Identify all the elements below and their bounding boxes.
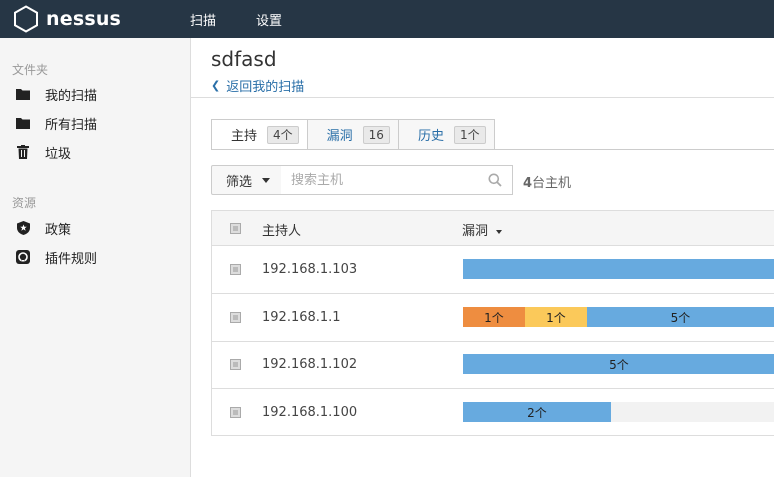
- folder-icon: [16, 116, 30, 130]
- chevron-left-icon: ❮: [211, 79, 221, 92]
- vulnerability-segment: 1个: [463, 307, 525, 327]
- vulnerability-segment: [463, 259, 774, 279]
- trash-icon: [16, 145, 30, 159]
- resources-heading: 资源: [12, 196, 37, 210]
- nav-scans[interactable]: 扫描: [190, 10, 216, 29]
- brand-name: nessus: [46, 8, 122, 30]
- vulnerability-segment: 1个: [525, 307, 587, 327]
- row-checkbox[interactable]: [230, 312, 241, 323]
- host-count-number: 4: [523, 176, 533, 191]
- nessus-logo[interactable]: nessus: [12, 4, 121, 34]
- row-checkbox[interactable]: [230, 407, 241, 418]
- sidebar-item-label: 所有扫描: [45, 117, 98, 133]
- table-row[interactable]: 192.168.1.100 2个: [212, 389, 774, 437]
- sidebar-item-all-scans[interactable]: 所有扫描: [16, 113, 97, 133]
- nav-settings[interactable]: 设置: [256, 10, 282, 29]
- tab-count-badge: 16: [362, 125, 390, 144]
- table-row[interactable]: 192.168.1.1 1个 1个 5个: [212, 294, 774, 342]
- table-row[interactable]: 192.168.1.102 5个: [212, 341, 774, 389]
- sidebar: 文件夹 我的扫描 所有扫描 垃圾 资源 政策 插件规则: [0, 38, 191, 477]
- sidebar-item-label: 我的扫描: [45, 88, 98, 104]
- search-icon[interactable]: [488, 173, 502, 191]
- tab-vulnerabilities[interactable]: 漏洞 16: [306, 119, 399, 150]
- tab-label: 历史: [417, 129, 444, 144]
- vulnerability-segment: 5个: [463, 354, 774, 374]
- host-search-input[interactable]: [281, 166, 481, 194]
- folders-heading: 文件夹: [12, 63, 49, 77]
- filter-label: 筛选: [226, 174, 253, 190]
- table-row[interactable]: 192.168.1.103: [212, 246, 774, 294]
- hosts-table: 主持人 漏洞 192.168.1.103 192.168.1.1 1个 1个 5个 …: [211, 210, 774, 436]
- tab-label: 漏洞: [326, 129, 353, 144]
- tab-bar: 主持 4个 漏洞 16 历史 1个: [211, 119, 495, 150]
- filter-dropdown-button[interactable]: 筛选: [211, 165, 282, 195]
- sidebar-item-trash[interactable]: 垃圾: [16, 142, 71, 162]
- vulnerability-bar[interactable]: 2个: [463, 402, 774, 422]
- search-box: [281, 165, 513, 195]
- tabs-underline: [211, 149, 774, 150]
- back-link-label: 返回我的扫描: [226, 80, 305, 95]
- sidebar-item-policies[interactable]: 政策: [16, 218, 71, 238]
- tab-history[interactable]: 历史 1个: [397, 119, 495, 150]
- caret-down-icon: [262, 177, 271, 183]
- page-title: sdfasd: [211, 47, 277, 71]
- column-header-host[interactable]: 主持人: [262, 220, 301, 239]
- table-header: 主持人 漏洞: [212, 211, 774, 246]
- host-ip: 192.168.1.100: [262, 405, 358, 420]
- vulnerability-segment: 5个: [587, 307, 774, 327]
- vulnerability-bar[interactable]: 5个: [463, 354, 774, 374]
- sort-caret-icon: [496, 229, 503, 234]
- sidebar-item-label: 政策: [45, 222, 72, 238]
- host-ip: 192.168.1.103: [262, 262, 358, 277]
- plugin-rules-icon: [16, 250, 30, 264]
- row-checkbox[interactable]: [230, 264, 241, 275]
- host-count: 4台主机: [523, 172, 571, 191]
- tab-hosts[interactable]: 主持 4个: [211, 119, 308, 150]
- host-ip: 192.168.1.1: [262, 310, 341, 325]
- column-header-vulnerabilities[interactable]: 漏洞: [462, 220, 503, 239]
- sidebar-item-label: 插件规则: [45, 251, 98, 267]
- policy-shield-icon: [16, 221, 30, 235]
- sidebar-item-label: 垃圾: [45, 146, 72, 162]
- host-ip: 192.168.1.102: [262, 357, 358, 372]
- select-all-checkbox[interactable]: [230, 223, 241, 234]
- hexagon-logo-icon: [14, 5, 38, 33]
- sidebar-item-plugin-rules[interactable]: 插件规则: [16, 247, 97, 267]
- main-content: sdfasd ❮ 返回我的扫描 主持 4个 漏洞 16 历史 1个 筛选 4台主…: [191, 38, 774, 477]
- tab-count-badge: 1个: [453, 125, 486, 144]
- vulnerability-bar[interactable]: 1个 1个 5个: [463, 307, 774, 327]
- header-divider: [191, 97, 774, 98]
- sidebar-item-my-scans[interactable]: 我的扫描: [16, 84, 97, 104]
- vulnerability-segment: 2个: [463, 402, 611, 422]
- vulnerability-bar[interactable]: [463, 259, 774, 279]
- column-header-label: 漏洞: [462, 224, 489, 239]
- row-checkbox[interactable]: [230, 359, 241, 370]
- tab-count-badge: 4个: [267, 125, 299, 144]
- top-bar: nessus 扫描 设置: [0, 0, 774, 38]
- tab-label: 主持: [231, 129, 258, 144]
- host-count-text: 台主机: [532, 176, 572, 191]
- back-to-my-scans-link[interactable]: ❮ 返回我的扫描: [211, 76, 304, 95]
- folder-icon: [16, 87, 30, 101]
